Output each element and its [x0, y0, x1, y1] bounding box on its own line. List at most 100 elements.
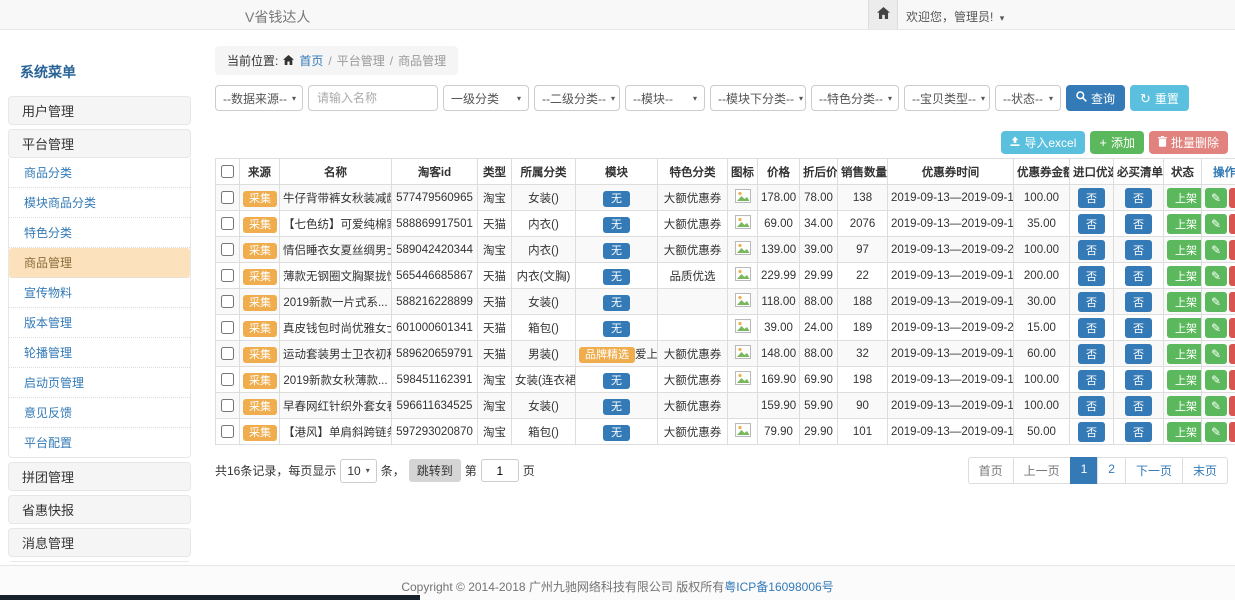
filter-name-input[interactable]: [308, 85, 438, 111]
status-toggle[interactable]: 上架: [1167, 396, 1202, 416]
user-menu[interactable]: 欢迎您，管理员! ▾: [906, 8, 1004, 25]
must-buy-toggle[interactable]: 否: [1125, 240, 1152, 260]
status-toggle[interactable]: 上架: [1167, 266, 1202, 286]
select-all-checkbox[interactable]: [221, 165, 234, 178]
sidebar-item[interactable]: 宣传物料: [9, 278, 190, 308]
import-select-toggle[interactable]: 否: [1078, 292, 1105, 312]
row-checkbox[interactable]: [221, 347, 234, 360]
filter-select-item-type[interactable]: --宝贝类型--▾: [904, 85, 990, 111]
must-buy-toggle[interactable]: 否: [1125, 188, 1152, 208]
edit-button[interactable]: ✎: [1205, 188, 1227, 208]
status-toggle[interactable]: 上架: [1167, 370, 1202, 390]
row-checkbox[interactable]: [221, 373, 234, 386]
sidebar-group[interactable]: 消息管理: [8, 528, 191, 557]
module-none-badge[interactable]: 无: [603, 217, 630, 233]
status-toggle[interactable]: 上架: [1167, 240, 1202, 260]
jump-page-input[interactable]: [481, 459, 519, 482]
import-select-toggle[interactable]: 否: [1078, 318, 1105, 338]
reset-button[interactable]: ↻ 重置: [1130, 85, 1189, 111]
filter-select-level2-category[interactable]: --二级分类--▾: [534, 85, 620, 111]
filter-select-module[interactable]: --模块--▾: [625, 85, 705, 111]
row-checkbox[interactable]: [221, 321, 234, 334]
home-button[interactable]: [868, 0, 898, 29]
breadcrumb-home-link[interactable]: 首页: [299, 52, 323, 69]
must-buy-toggle[interactable]: 否: [1125, 370, 1152, 390]
jump-button[interactable]: 跳转到: [409, 459, 461, 482]
module-none-badge[interactable]: 无: [603, 243, 630, 259]
sidebar-group[interactable]: 订单管理: [8, 561, 191, 562]
must-buy-toggle[interactable]: 否: [1125, 214, 1152, 234]
row-checkbox[interactable]: [221, 295, 234, 308]
must-buy-toggle[interactable]: 否: [1125, 344, 1152, 364]
delete-button[interactable]: [1229, 422, 1235, 442]
module-none-badge[interactable]: 无: [603, 321, 630, 337]
add-button[interactable]: + 添加: [1090, 131, 1144, 154]
import-select-toggle[interactable]: 否: [1078, 344, 1105, 364]
import-select-toggle[interactable]: 否: [1078, 422, 1105, 442]
sidebar-group[interactable]: 平台管理: [8, 129, 191, 158]
module-none-badge[interactable]: 无: [603, 399, 630, 415]
filter-select-module-subcategory[interactable]: --模块下分类--▾: [710, 85, 806, 111]
edit-button[interactable]: ✎: [1205, 370, 1227, 390]
pager-button-2[interactable]: 2: [1097, 457, 1126, 484]
delete-button[interactable]: [1229, 240, 1235, 260]
status-toggle[interactable]: 上架: [1167, 318, 1202, 338]
module-none-badge[interactable]: 无: [603, 269, 630, 285]
pager-button-1[interactable]: 1: [1070, 457, 1099, 484]
edit-button[interactable]: ✎: [1205, 214, 1227, 234]
sidebar-group[interactable]: 省惠快报: [8, 495, 191, 524]
sidebar-item[interactable]: 商品分类: [9, 158, 190, 188]
must-buy-toggle[interactable]: 否: [1125, 396, 1152, 416]
delete-button[interactable]: [1229, 266, 1235, 286]
edit-button[interactable]: ✎: [1205, 422, 1227, 442]
delete-button[interactable]: [1229, 396, 1235, 416]
delete-button[interactable]: [1229, 344, 1235, 364]
import-select-toggle[interactable]: 否: [1078, 188, 1105, 208]
module-none-badge[interactable]: 无: [603, 373, 630, 389]
sidebar-item[interactable]: 意见反馈: [9, 398, 190, 428]
row-checkbox[interactable]: [221, 243, 234, 256]
must-buy-toggle[interactable]: 否: [1125, 318, 1152, 338]
delete-button[interactable]: [1229, 188, 1235, 208]
row-checkbox[interactable]: [221, 269, 234, 282]
row-checkbox[interactable]: [221, 425, 234, 438]
module-none-badge[interactable]: 无: [603, 425, 630, 441]
import-select-toggle[interactable]: 否: [1078, 214, 1105, 234]
delete-button[interactable]: [1229, 370, 1235, 390]
edit-button[interactable]: ✎: [1205, 318, 1227, 338]
status-toggle[interactable]: 上架: [1167, 188, 1202, 208]
must-buy-toggle[interactable]: 否: [1125, 292, 1152, 312]
pager-button-下一页[interactable]: 下一页: [1125, 457, 1183, 484]
sidebar-item[interactable]: 轮播管理: [9, 338, 190, 368]
search-button[interactable]: 查询: [1066, 85, 1125, 111]
sidebar-item[interactable]: 特色分类: [9, 218, 190, 248]
edit-button[interactable]: ✎: [1205, 344, 1227, 364]
import-select-toggle[interactable]: 否: [1078, 240, 1105, 260]
import-select-toggle[interactable]: 否: [1078, 370, 1105, 390]
status-toggle[interactable]: 上架: [1167, 422, 1202, 442]
status-toggle[interactable]: 上架: [1167, 292, 1202, 312]
pager-button-上一页[interactable]: 上一页: [1013, 457, 1071, 484]
horizontal-scrollbar-thumb[interactable]: [0, 595, 420, 600]
pager-button-末页[interactable]: 末页: [1182, 457, 1228, 484]
per-page-select[interactable]: 10 ▾: [340, 459, 376, 483]
row-checkbox[interactable]: [221, 217, 234, 230]
must-buy-toggle[interactable]: 否: [1125, 422, 1152, 442]
sidebar-item[interactable]: 平台配置: [9, 428, 190, 457]
filter-select-feature-category[interactable]: --特色分类--▾: [811, 85, 899, 111]
status-toggle[interactable]: 上架: [1167, 214, 1202, 234]
sidebar-item[interactable]: 版本管理: [9, 308, 190, 338]
import-select-toggle[interactable]: 否: [1078, 266, 1105, 286]
module-none-badge[interactable]: 无: [603, 295, 630, 311]
filter-select-data-source[interactable]: --数据来源--▾: [215, 85, 303, 111]
edit-button[interactable]: ✎: [1205, 292, 1227, 312]
filter-select-status[interactable]: --状态--▾: [995, 85, 1061, 111]
row-checkbox[interactable]: [221, 399, 234, 412]
module-none-badge[interactable]: 无: [603, 191, 630, 207]
delete-button[interactable]: [1229, 318, 1235, 338]
sidebar-group[interactable]: 拼团管理: [8, 462, 191, 491]
icp-link[interactable]: 粤ICP备16098006号: [724, 580, 833, 594]
edit-button[interactable]: ✎: [1205, 396, 1227, 416]
import-select-toggle[interactable]: 否: [1078, 396, 1105, 416]
sidebar-group[interactable]: 用户管理: [8, 96, 191, 125]
